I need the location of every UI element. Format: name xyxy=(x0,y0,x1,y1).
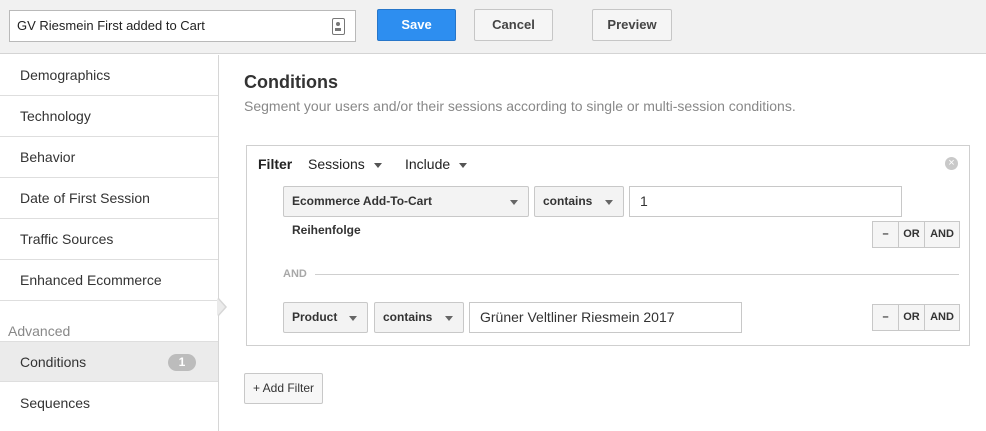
dimension-select[interactable]: Product xyxy=(283,302,368,333)
include-dropdown[interactable]: Include xyxy=(405,156,468,172)
operator-select[interactable]: contains xyxy=(534,186,624,217)
operator-select[interactable]: contains xyxy=(374,302,464,333)
count-badge: 1 xyxy=(168,354,196,371)
or-button[interactable]: OR xyxy=(898,221,925,248)
remove-condition-button[interactable]: – xyxy=(872,304,899,331)
chevron-down-icon xyxy=(445,316,453,321)
or-button[interactable]: OR xyxy=(898,304,925,331)
chevron-down-icon xyxy=(349,316,357,321)
and-separator-label: AND xyxy=(283,268,307,280)
filter-panel: Filter Sessions Include × Ecommerce Add-… xyxy=(246,145,970,346)
dimension-value: Product xyxy=(292,310,338,324)
filter-label: Filter xyxy=(258,156,293,172)
cancel-button[interactable]: Cancel xyxy=(474,9,553,41)
chevron-down-icon xyxy=(605,200,613,205)
operator-value: contains xyxy=(543,194,593,208)
remove-condition-button[interactable]: – xyxy=(872,221,899,248)
sidebar-item-traffic-sources[interactable]: Traffic Sources xyxy=(0,219,218,260)
sidebar-section-advanced: Advanced xyxy=(8,323,71,339)
contact-card-icon[interactable] xyxy=(332,18,345,35)
save-button[interactable]: Save xyxy=(377,9,456,41)
dimension-select[interactable]: Ecommerce Add-To-Cart Reihenfolge xyxy=(283,186,529,237)
sidebar-item-behavior[interactable]: Behavior xyxy=(0,137,218,178)
divider xyxy=(315,274,959,275)
include-value: Include xyxy=(405,156,451,172)
dimension-value: Ecommerce Add-To-Cart Reihenfolge xyxy=(292,194,433,237)
chevron-down-icon xyxy=(459,162,468,168)
sidebar-item-technology[interactable]: Technology xyxy=(0,96,218,137)
top-bar: GV Riesmein First added to Cart Save Can… xyxy=(0,0,986,54)
active-pointer-arrow xyxy=(217,297,227,317)
segment-name-input[interactable]: GV Riesmein First added to Cart xyxy=(9,10,356,42)
sidebar-item-label: Conditions xyxy=(20,354,87,370)
scope-dropdown[interactable]: Sessions xyxy=(308,156,382,172)
sidebar-item-conditions[interactable]: Conditions 1 xyxy=(0,341,218,382)
sidebar: Demographics Technology Behavior Date of… xyxy=(0,55,219,431)
sidebar-item-enhanced-ecommerce[interactable]: Enhanced Ecommerce xyxy=(0,260,218,301)
operator-value: contains xyxy=(383,310,433,324)
chevron-down-icon xyxy=(373,162,382,168)
sidebar-item-sequences[interactable]: Sequences xyxy=(0,383,218,424)
page-subtitle: Segment your users and/or their sessions… xyxy=(244,98,796,114)
close-icon[interactable]: × xyxy=(945,157,958,170)
value-input[interactable]: 1 xyxy=(629,186,902,217)
and-button[interactable]: AND xyxy=(924,304,960,331)
chevron-down-icon xyxy=(510,200,518,205)
sidebar-item-date-of-first-session[interactable]: Date of First Session xyxy=(0,178,218,219)
page-title: Conditions xyxy=(244,72,338,92)
sidebar-item-demographics[interactable]: Demographics xyxy=(0,55,218,96)
value-input[interactable]: Grüner Veltliner Riesmein 2017 xyxy=(469,302,742,333)
and-button[interactable]: AND xyxy=(924,221,960,248)
add-filter-button[interactable]: + Add Filter xyxy=(244,373,323,404)
preview-button[interactable]: Preview xyxy=(592,9,672,41)
scope-value: Sessions xyxy=(308,156,365,172)
